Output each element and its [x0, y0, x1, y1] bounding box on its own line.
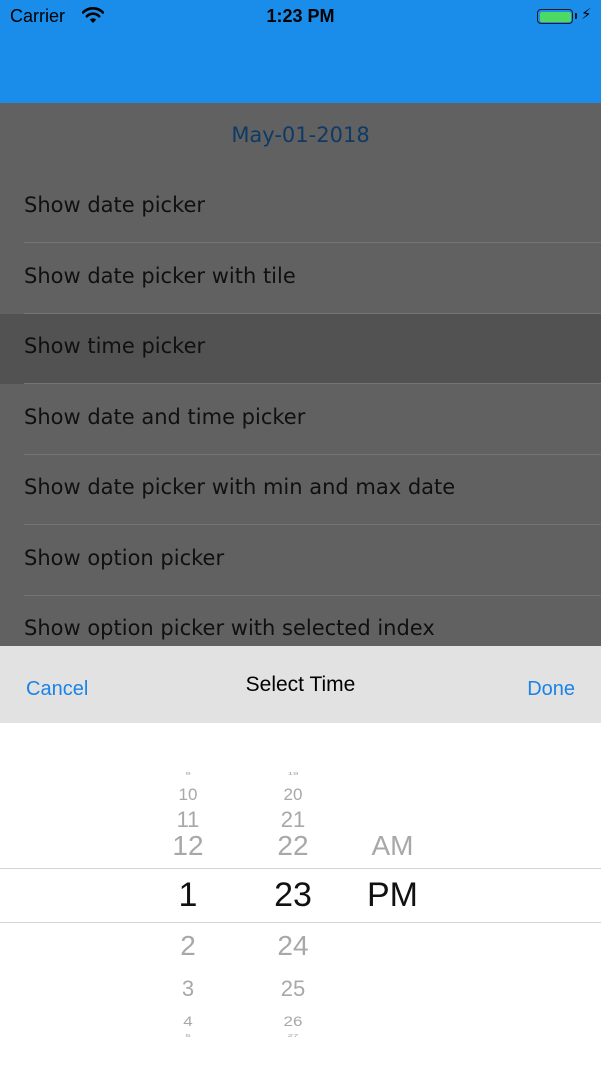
status-time: 1:23 PM	[266, 6, 335, 26]
list-item-label: Show time picker	[24, 334, 206, 358]
battery-level	[539, 11, 571, 22]
done-button[interactable]: Done	[527, 678, 575, 701]
list-item[interactable]: Show time picker	[0, 314, 601, 384]
wheel-value: 26	[283, 1013, 303, 1029]
list-item[interactable]: Show date picker	[0, 173, 601, 243]
list-item-label: Show option picker with selected index	[24, 616, 435, 640]
wheel-value: 20	[283, 784, 303, 804]
battery-cap	[575, 13, 577, 19]
list-item-label: Show date picker	[24, 193, 206, 217]
wheel-value: 25	[280, 976, 306, 1001]
wheel-value: 4	[183, 1013, 193, 1029]
selection-indicator-top	[0, 868, 601, 869]
wheel-value: AM	[371, 830, 414, 861]
list-item[interactable]: Show date and time picker	[0, 385, 601, 455]
options-list-view: May-01-2018 Show date picker Show date pi…	[0, 103, 601, 646]
wheel-value: 12	[172, 830, 204, 861]
list-item-label: Show date picker with tile	[24, 263, 296, 288]
wheel-value: 5	[185, 1033, 191, 1039]
list-item[interactable]: Show option picker with selected index	[0, 596, 601, 646]
navigation-bar	[0, 34, 601, 103]
wheel-value-selected: 1	[178, 876, 198, 914]
picker-title: Select Time	[245, 673, 356, 696]
list-item[interactable]: Show option picker	[0, 526, 601, 596]
selection-indicator-bottom	[0, 922, 601, 923]
wheel-value: 2	[180, 930, 196, 961]
wheel-value: 3	[181, 976, 195, 1001]
battery-icon	[537, 9, 573, 24]
wheel-value-selected: PM	[367, 876, 418, 914]
picker-toolbar: Cancel Select Time Done	[0, 646, 601, 723]
selected-date-label: May-01-2018	[231, 123, 370, 147]
wheel-value: 19	[287, 771, 299, 777]
list-item-label: Show date picker with min and max date	[24, 475, 456, 499]
wheel-value: 11	[176, 807, 200, 832]
wheel-value: 27	[287, 1033, 299, 1039]
list-item-label: Show date and time picker	[24, 404, 306, 429]
wheel-value: 24	[277, 930, 309, 961]
charging-icon: ⚡	[581, 6, 592, 23]
time-picker[interactable]: 1 12 11 10 9 2 3 4 5 23 22 21 20 19 24 25 26 27 PM AM	[0, 723, 601, 1069]
wheel-value: 9	[185, 771, 191, 777]
wheel-value-selected: 23	[274, 876, 312, 914]
wheel-value: 22	[277, 830, 309, 861]
list-item[interactable]: Show date picker with tile	[0, 244, 601, 314]
status-bar: Carrier 1:23 PM ⚡	[0, 0, 601, 34]
wheel-value: 21	[280, 807, 306, 832]
list-item-label: Show option picker	[24, 545, 225, 570]
wheel-value: 10	[178, 784, 198, 804]
list-item[interactable]: Show date picker with min and max date	[0, 455, 601, 525]
